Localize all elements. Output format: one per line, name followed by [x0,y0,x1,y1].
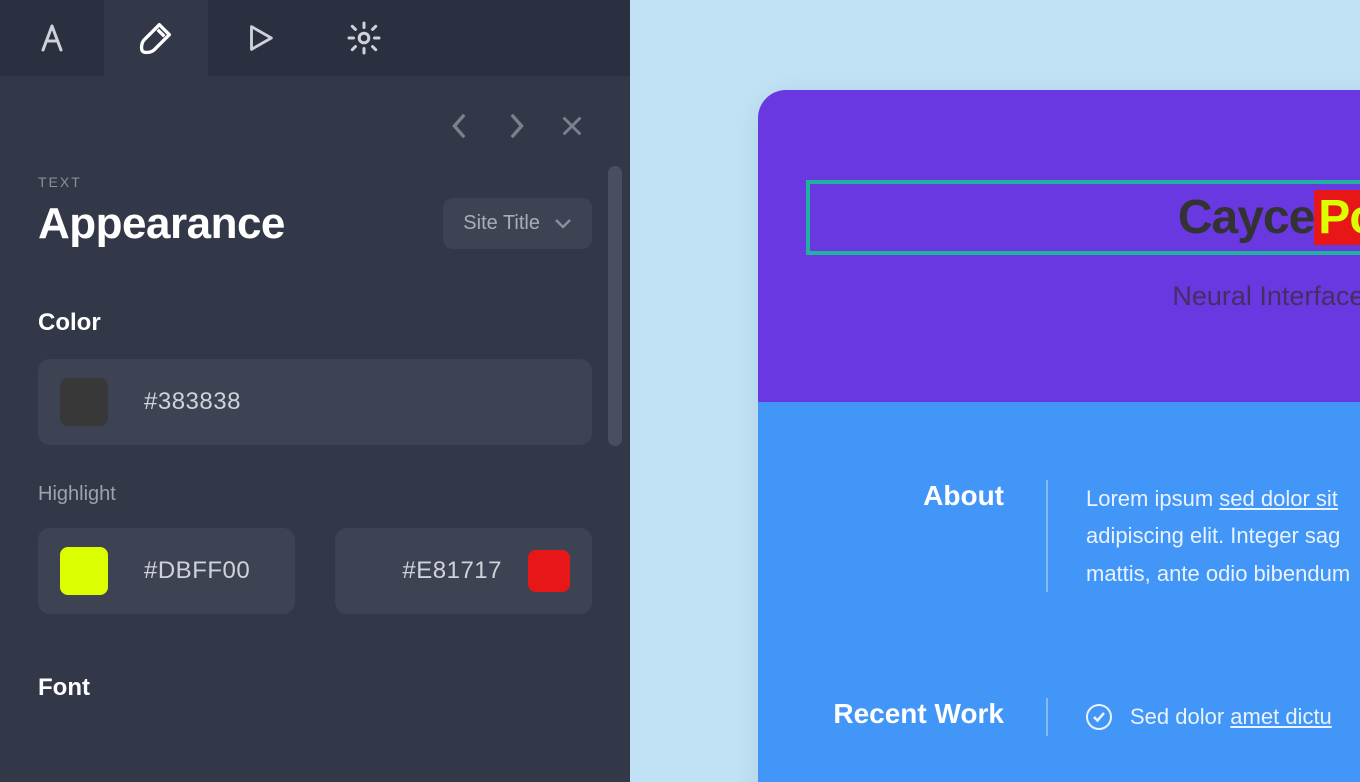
tab-appearance[interactable] [104,0,208,76]
recent-content[interactable]: Sed dolor amet dictu [1048,698,1332,735]
section-font-title: Font [38,674,592,702]
tab-settings[interactable] [312,0,416,76]
site-title[interactable]: Cayce Pollard [1178,190,1360,245]
tab-bar [0,0,630,76]
color-main-hex: #383838 [144,388,241,416]
panel-body: TEXT Appearance Site Title Color #383838… [0,76,630,782]
about-label[interactable]: About [758,480,1046,512]
panel-actions [38,76,592,140]
about-row: About Lorem ipsum sed dolor sit adipisci… [758,462,1360,610]
title-last-highlighted: Pollard [1314,190,1360,245]
recent-row: Recent Work Sed dolor amet dictu [758,680,1360,753]
dropdown-label: Site Title [463,212,540,235]
color-main-swatch [60,378,108,426]
prev-button[interactable] [446,112,474,140]
site-preview: Cayce Pollard Neural Interface Designer … [758,90,1360,782]
text-icon [34,20,70,56]
site-header: Cayce Pollard Neural Interface Designer [758,90,1360,402]
title-first: Cayce [1178,190,1314,245]
chevron-left-icon [450,112,470,140]
breadcrumb: TEXT [38,174,592,190]
section-color-title: Color [38,309,592,337]
highlight-fg-swatch [60,547,108,595]
site-body: About Lorem ipsum sed dolor sit adipisci… [758,402,1360,782]
highlight-fg-hex: #DBFF00 [144,557,250,585]
highlight-label: Highlight [38,483,592,506]
play-icon [243,21,277,55]
selection-outline[interactable]: Cayce Pollard [806,180,1360,255]
next-button[interactable] [502,112,530,140]
tab-text[interactable] [0,0,104,76]
brush-icon [136,18,176,58]
close-icon [560,114,584,138]
recent-label[interactable]: Recent Work [758,698,1046,730]
chevron-down-icon [554,218,572,230]
scrollbar[interactable] [608,166,622,446]
highlight-bg-hex: #E81717 [402,557,502,585]
element-selector-dropdown[interactable]: Site Title [443,198,592,249]
gear-icon [346,20,382,56]
close-button[interactable] [558,112,586,140]
preview-canvas[interactable]: Cayce Pollard Neural Interface Designer … [630,0,1360,782]
page-title: Appearance [38,199,285,249]
site-subtitle[interactable]: Neural Interface Designer [806,281,1360,312]
highlight-bg-swatch [528,550,570,592]
inspector-panel: TEXT Appearance Site Title Color #383838… [0,0,630,782]
tab-play[interactable] [208,0,312,76]
highlight-fg-card[interactable]: #DBFF00 [38,528,295,614]
color-main-card[interactable]: #383838 [38,359,592,445]
about-content[interactable]: Lorem ipsum sed dolor sit adipiscing eli… [1048,480,1350,592]
highlight-bg-card[interactable]: #E81717 [335,528,592,614]
chevron-right-icon [506,112,526,140]
check-icon [1086,704,1112,730]
